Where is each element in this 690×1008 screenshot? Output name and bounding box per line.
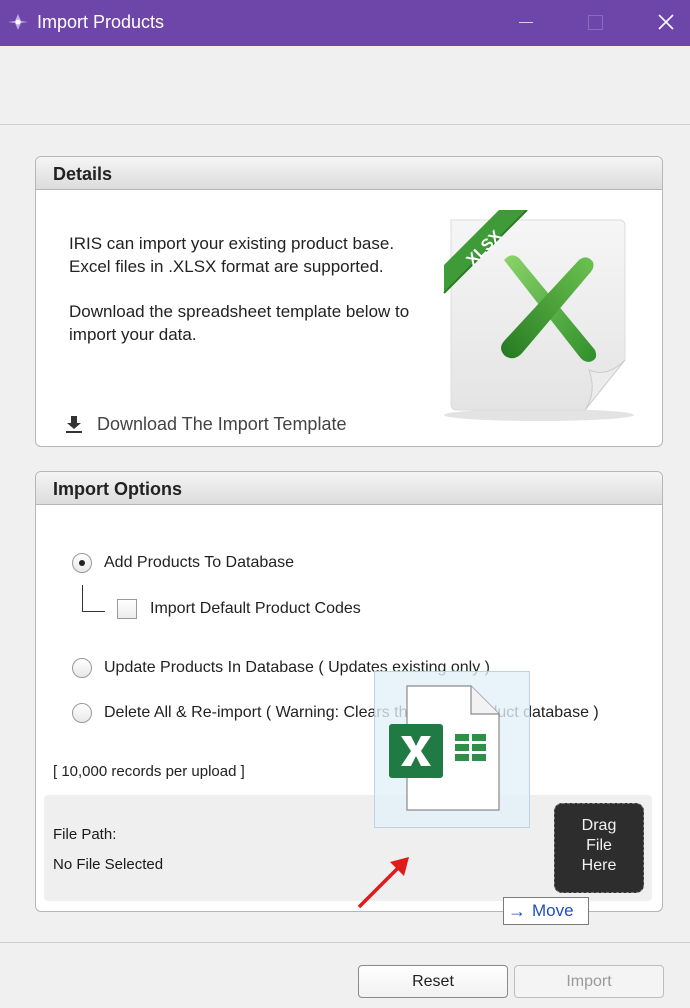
title-bar: Import Products [0, 0, 690, 46]
details-line: IRIS can import your existing product ba… [69, 234, 395, 253]
radio-button[interactable] [72, 703, 92, 723]
checkbox-label: Import Default Product Codes [150, 600, 361, 617]
radio-button-selected[interactable] [72, 553, 92, 573]
window-title: Import Products [37, 12, 165, 32]
tree-connector [82, 585, 105, 612]
dragged-file-ghost [374, 671, 530, 828]
checkbox-import-default-codes[interactable]: Import Default Product Codes [117, 599, 361, 619]
close-icon [658, 14, 674, 30]
details-header: Details [36, 157, 662, 190]
import-options-panel: Import Options Add Products To Database … [35, 471, 663, 912]
move-label: Move [532, 901, 574, 920]
reset-button[interactable]: Reset [358, 965, 508, 998]
red-arrow-icon [357, 857, 409, 909]
records-limit-note: [ 10,000 records per upload ] [53, 763, 245, 780]
radio-add-products[interactable]: Add Products To Database [72, 553, 294, 573]
details-description: IRIS can import your existing product ba… [69, 232, 409, 368]
maximize-button[interactable] [572, 0, 618, 46]
download-template-label: Download The Import Template [97, 413, 347, 434]
drag-text: Here [581, 857, 617, 874]
import-options-header: Import Options [36, 472, 662, 505]
drag-file-dropzone[interactable]: Drag File Here [554, 803, 644, 893]
minimize-button[interactable] [502, 0, 548, 46]
xlsx-file-icon: XLSX [443, 210, 634, 421]
close-button[interactable] [643, 0, 689, 46]
app-icon [8, 14, 28, 30]
move-cursor-tooltip: → Move [503, 897, 589, 925]
radio-button[interactable] [72, 658, 92, 678]
download-icon [66, 416, 82, 433]
checkbox[interactable] [117, 599, 137, 619]
drag-text: Drag [581, 817, 617, 834]
details-line: Excel files in .XLSX format are supporte… [69, 257, 384, 276]
excel-file-icon [389, 685, 500, 811]
details-line: import your data. [69, 325, 197, 344]
details-panel: Details IRIS can import your existing pr… [35, 156, 663, 447]
radio-label: Add Products To Database [104, 554, 295, 571]
import-button[interactable]: Import [514, 965, 664, 998]
file-drop-area[interactable]: File Path: No File Selected Drag File He… [44, 795, 652, 901]
file-path-value: No File Selected [53, 856, 164, 873]
file-path-label: File Path: [53, 826, 117, 843]
download-template-link[interactable]: Download The Import Template [64, 412, 346, 436]
toolbar-area [0, 46, 690, 125]
arrow-right-icon: → [508, 901, 526, 921]
footer-bar: Reset Import [0, 942, 690, 1008]
drag-text: File [586, 837, 612, 854]
details-line: Download the spreadsheet template below … [69, 302, 410, 321]
